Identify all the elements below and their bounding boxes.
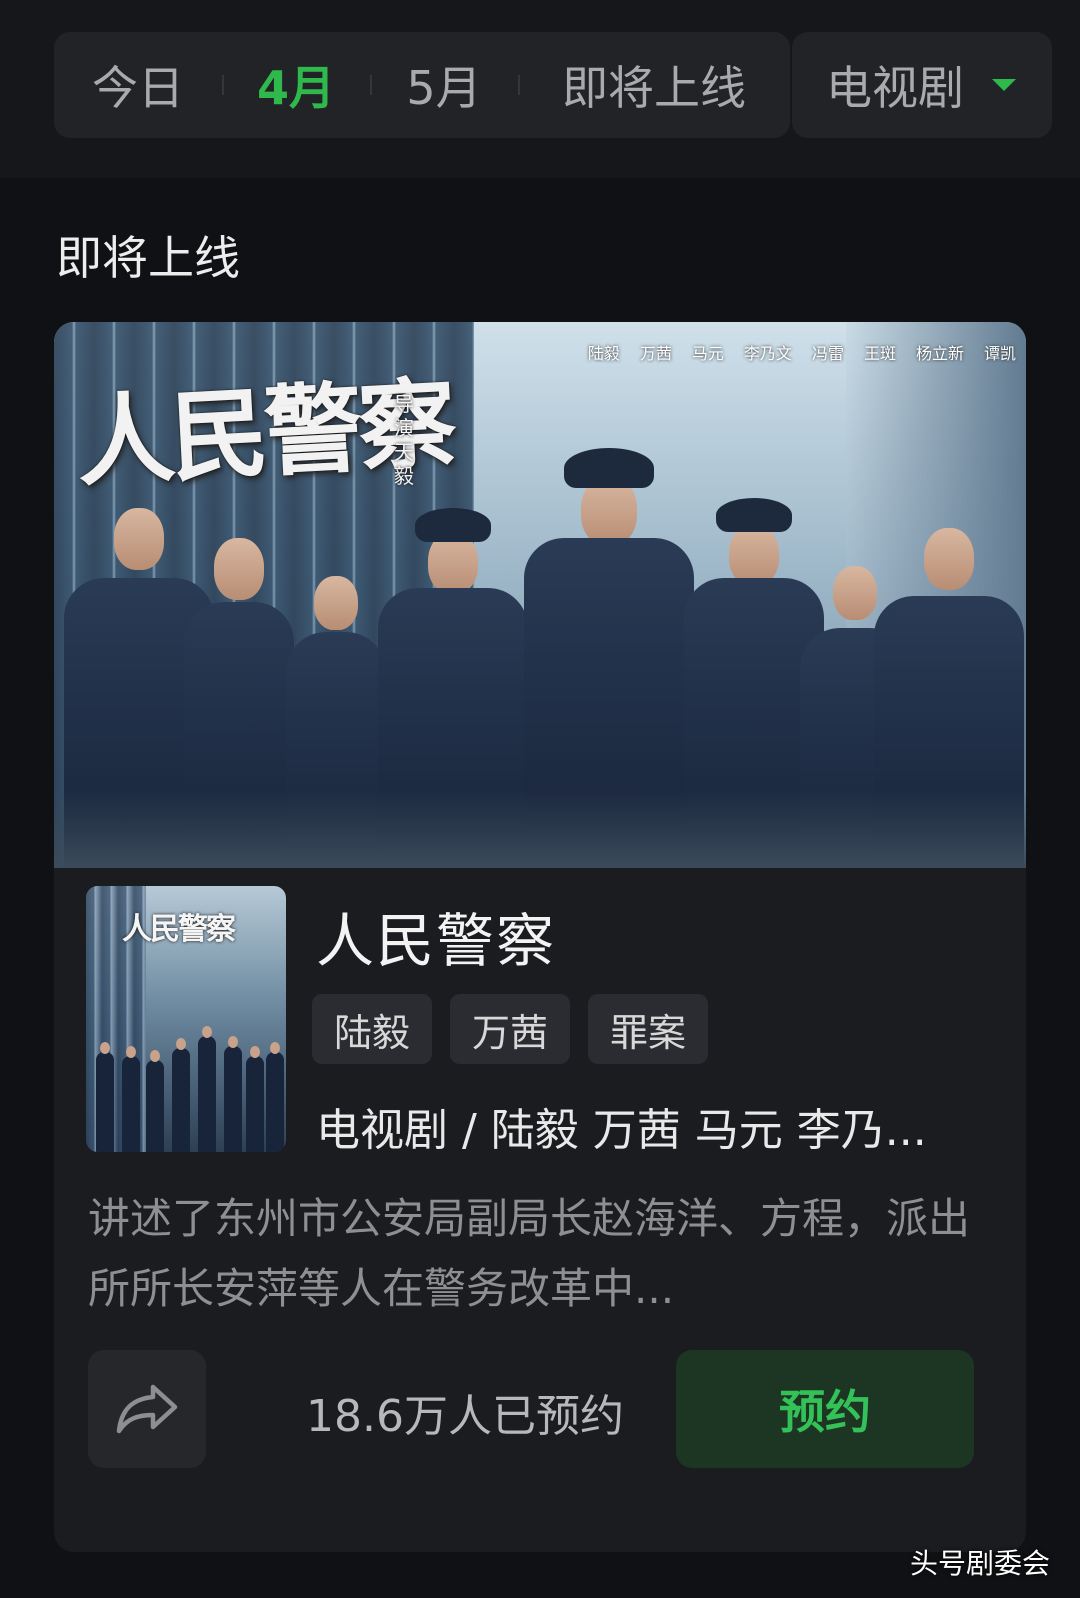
- type-filter-dropdown[interactable]: 电视剧: [792, 32, 1052, 138]
- reserved-count: 18.6万人已预约: [306, 1391, 624, 1442]
- thumbnail-figure: [146, 1050, 164, 1152]
- month-tabs: 今日 4月 5月 即将上线: [54, 32, 790, 138]
- show-poster[interactable]: 人民警察 导演 天毅 陆毅 万茜 马元 李乃文 冯雷 王斑 杨立新 谭凯: [54, 322, 1026, 868]
- thumbnail-figure: [246, 1046, 264, 1152]
- poster-floor: [54, 788, 1026, 868]
- thumbnail-figure: [266, 1042, 284, 1152]
- poster-cast-name: 杨立新: [915, 344, 964, 363]
- thumbnail-figure: [198, 1026, 216, 1152]
- show-tags: 陆毅 万茜 罪案: [312, 994, 709, 1064]
- watermark: 头号剧委会: [909, 1547, 1050, 1580]
- poster-director-credit: 导演 天毅: [394, 392, 414, 488]
- tag-chip[interactable]: 罪案: [588, 994, 709, 1064]
- poster-cast-name: 马元: [691, 344, 724, 363]
- thumbnail-figure: [122, 1046, 140, 1152]
- poster-cast-name: 冯雷: [811, 344, 844, 363]
- thumbnail-figure: [96, 1042, 114, 1152]
- tag-chip[interactable]: 陆毅: [312, 994, 433, 1064]
- show-meta: 电视剧 / 陆毅 万茜 马元 李乃...: [316, 1105, 927, 1156]
- thumbnail-title-art: 人民警察: [122, 912, 236, 947]
- poster-cast-credits: 陆毅 万茜 马元 李乃文 冯雷 王斑 杨立新 谭凯: [588, 340, 1016, 364]
- thumbnail-figure: [172, 1038, 190, 1152]
- show-card[interactable]: 人民警察 导演 天毅 陆毅 万茜 马元 李乃文 冯雷 王斑 杨立新 谭凯 人民警…: [54, 322, 1026, 1552]
- show-thumbnail[interactable]: 人民警察: [86, 886, 286, 1152]
- top-filter-bar: 今日 4月 5月 即将上线 电视剧: [0, 0, 1080, 178]
- section-title: 即将上线: [56, 231, 240, 285]
- tag-chip[interactable]: 万茜: [450, 994, 571, 1064]
- tab-may[interactable]: 5月: [370, 32, 518, 138]
- poster-cast-name: 陆毅: [587, 344, 620, 363]
- poster-cast-name: 王斑: [863, 344, 896, 363]
- share-icon: [116, 1384, 178, 1434]
- type-filter-label: 电视剧: [826, 61, 964, 115]
- tab-today[interactable]: 今日: [54, 32, 222, 138]
- show-description[interactable]: 讲述了东州市公安局副局长赵海洋、方程，派出所所长安萍等人在警务改革中...: [88, 1184, 988, 1324]
- poster-cast-name: 谭凯: [983, 344, 1016, 363]
- poster-cast-name: 李乃文: [743, 344, 792, 363]
- thumbnail-figure: [224, 1036, 242, 1152]
- reserve-button[interactable]: 预约: [676, 1350, 974, 1468]
- share-button[interactable]: [88, 1350, 206, 1468]
- caret-down-icon: [992, 79, 1016, 91]
- tab-coming-soon[interactable]: 即将上线: [518, 32, 790, 138]
- show-title[interactable]: 人民警察: [316, 894, 556, 978]
- poster-cast-name: 万茜: [639, 344, 672, 363]
- tab-april[interactable]: 4月: [222, 32, 370, 138]
